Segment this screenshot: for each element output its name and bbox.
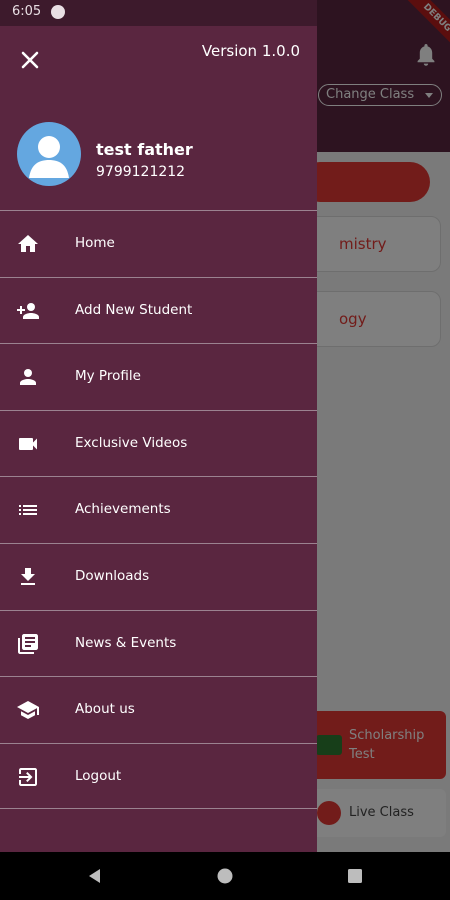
menu-item-downloads[interactable]: Downloads bbox=[0, 542, 317, 610]
recents-icon[interactable] bbox=[345, 866, 365, 886]
avatar[interactable] bbox=[17, 122, 81, 186]
back-icon[interactable] bbox=[85, 866, 105, 886]
user-phone: 9799121212 bbox=[96, 164, 186, 180]
menu-label: My Profile bbox=[75, 368, 141, 385]
menu-label: Home bbox=[75, 235, 115, 251]
menu-label: About us bbox=[75, 701, 135, 718]
menu-item-my-profile[interactable]: My Profile bbox=[0, 343, 317, 410]
home-icon bbox=[18, 235, 38, 252]
logout-icon bbox=[19, 767, 37, 786]
menu-item-news-events[interactable]: News & Events bbox=[0, 609, 317, 677]
list-icon bbox=[19, 505, 37, 516]
menu-label: Logout bbox=[75, 767, 122, 784]
menu-label: Downloads bbox=[75, 567, 150, 584]
status-bar: 6:05 bbox=[0, 0, 317, 26]
menu-item-achievements[interactable]: Achievements bbox=[0, 476, 317, 543]
school-icon bbox=[17, 701, 39, 720]
person-add-icon bbox=[17, 302, 39, 319]
app-version: Version 1.0.0 bbox=[201, 42, 300, 60]
home-nav-icon[interactable] bbox=[215, 866, 235, 886]
user-name: test father bbox=[96, 140, 193, 159]
close-icon[interactable] bbox=[16, 46, 44, 74]
menu-item-home[interactable]: Home bbox=[0, 210, 317, 277]
drawer-menu: Home Add New Student My Profile Exclusiv… bbox=[0, 210, 317, 810]
menu-label: Exclusive Videos bbox=[75, 434, 188, 451]
system-nav-bar bbox=[0, 852, 450, 900]
menu-label: Achievements bbox=[75, 501, 171, 518]
status-time: 6:05 bbox=[12, 4, 42, 19]
menu-item-add-new-student[interactable]: Add New Student bbox=[0, 276, 317, 344]
menu-item-logout[interactable]: Logout bbox=[0, 742, 317, 810]
videocam-icon bbox=[19, 437, 37, 450]
menu-item-exclusive-videos[interactable]: Exclusive Videos bbox=[0, 409, 317, 477]
avatar-person-icon bbox=[29, 136, 69, 178]
person-icon bbox=[20, 369, 36, 386]
notification-g-icon bbox=[51, 5, 65, 19]
navigation-drawer: Version 1.0.0 test father 9799121212 Hom… bbox=[0, 26, 317, 852]
menu-item-about-us[interactable]: About us bbox=[0, 676, 317, 743]
menu-label: News & Events bbox=[75, 634, 177, 651]
news-icon bbox=[18, 633, 38, 654]
download-icon bbox=[21, 567, 35, 585]
menu-label: Add New Student bbox=[75, 301, 193, 318]
